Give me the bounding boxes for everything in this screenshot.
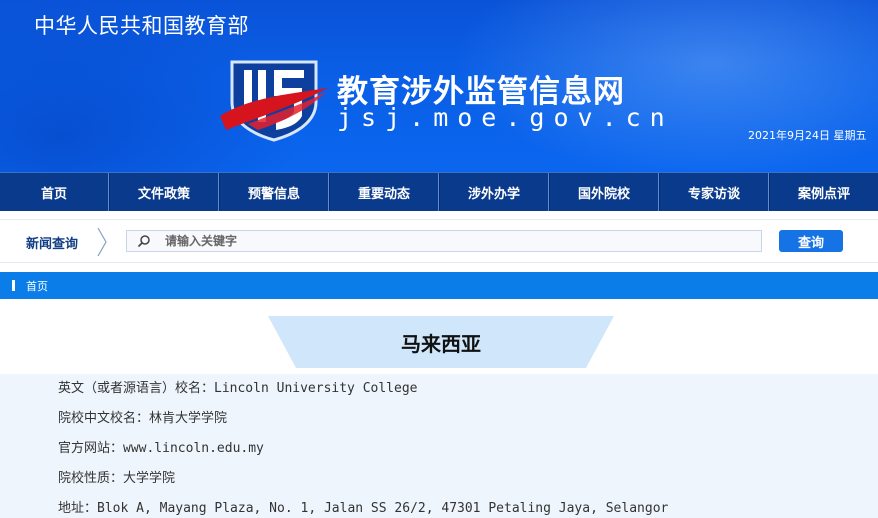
search-box bbox=[126, 230, 762, 252]
nav-item-warning[interactable]: 预警信息 bbox=[219, 173, 329, 211]
breadcrumb: 首页 bbox=[0, 272, 878, 299]
site-domain: jsj.moe.gov.cn bbox=[337, 103, 674, 132]
nav-item-cases[interactable]: 案例点评 bbox=[769, 173, 878, 211]
search-button[interactable]: 查询 bbox=[779, 230, 843, 252]
school-type: 院校性质：大学学院 bbox=[58, 471, 176, 486]
school-english-name: 英文（或者源语言）校名：Lincoln University College bbox=[58, 381, 418, 396]
news-search-bar: 新闻查询 查询 bbox=[0, 219, 878, 263]
school-address: 地址：Blok A, Mayang Plaza, No. 1, Jalan SS… bbox=[58, 501, 669, 516]
news-search-label: 新闻查询 bbox=[26, 237, 79, 252]
breadcrumb-marker bbox=[12, 280, 15, 291]
main-nav: 首页 文件政策 预警信息 重要动态 涉外办学 国外院校 专家访谈 案例点评 bbox=[0, 172, 878, 211]
ministry-name[interactable]: 中华人民共和国教育部 bbox=[34, 10, 249, 40]
page: 中华人民共和国教育部 教育涉外监管信息网 jsj.moe.gov.cn 2021… bbox=[0, 0, 878, 518]
nav-item-policy[interactable]: 文件政策 bbox=[109, 173, 219, 211]
header-banner: 中华人民共和国教育部 教育涉外监管信息网 jsj.moe.gov.cn 2021… bbox=[0, 0, 878, 172]
nav-item-home[interactable]: 首页 bbox=[0, 173, 109, 211]
school-website: 官方网站：www.lincoln.edu.my bbox=[58, 441, 264, 456]
nav-item-overseas-institutions[interactable]: 国外院校 bbox=[549, 173, 659, 211]
shield-logo-icon[interactable] bbox=[218, 58, 330, 142]
country-title: 马来西亚 bbox=[401, 332, 481, 356]
chevron-separator-icon bbox=[97, 227, 107, 257]
breadcrumb-home-link[interactable]: 首页 bbox=[26, 278, 48, 294]
content-panel: 马来西亚 英文（或者源语言）校名：Lincoln University Coll… bbox=[0, 316, 878, 518]
search-icon bbox=[137, 235, 150, 248]
school-chinese-name: 院校中文校名：林肯大学学院 bbox=[58, 411, 228, 426]
current-date: 2021年9月24日 星期五 bbox=[748, 129, 867, 142]
nav-item-news[interactable]: 重要动态 bbox=[329, 173, 439, 211]
nav-item-foreign-schools[interactable]: 涉外办学 bbox=[439, 173, 549, 211]
nav-item-interviews[interactable]: 专家访谈 bbox=[659, 173, 769, 211]
search-input[interactable] bbox=[165, 232, 755, 250]
